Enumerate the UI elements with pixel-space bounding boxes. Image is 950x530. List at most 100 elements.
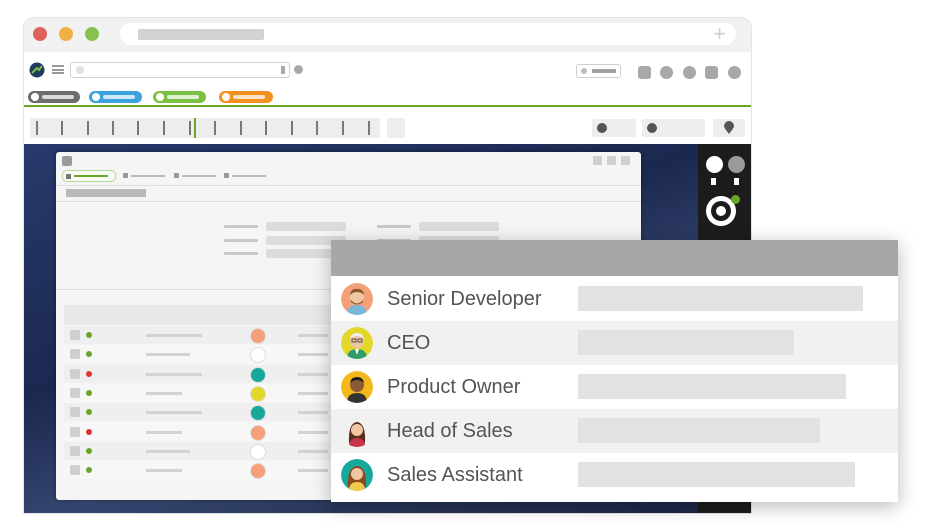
row-checkbox[interactable] [70, 330, 80, 340]
status-dot [86, 409, 92, 416]
row-avatar [250, 385, 266, 402]
close-window-button[interactable] [33, 27, 47, 41]
row-text [298, 391, 328, 395]
row-text [146, 372, 202, 376]
settings-icon[interactable] [705, 66, 718, 79]
row-checkbox[interactable] [70, 465, 80, 476]
inner-tab-2[interactable] [123, 172, 167, 180]
role-value-bar [578, 330, 794, 355]
notifications-icon[interactable] [683, 66, 696, 79]
status-dot [86, 351, 92, 358]
row-text [298, 449, 328, 453]
row-text [298, 353, 328, 357]
row-avatar [250, 366, 266, 383]
developer-avatar-icon [341, 283, 373, 315]
inner-window-icon [62, 156, 72, 166]
row-avatar [250, 347, 266, 364]
row-text [146, 449, 190, 453]
status-dot [86, 332, 92, 338]
form-field[interactable] [266, 222, 346, 231]
filter-pill-blue[interactable] [89, 91, 142, 103]
inner-minimize-button[interactable] [593, 156, 602, 165]
role-value-bar [578, 418, 820, 443]
role-row-ceo[interactable]: CEO [331, 321, 898, 365]
filter-pill-gray[interactable] [28, 91, 80, 103]
panel-toggle-gray[interactable] [728, 156, 745, 173]
ceo-avatar-icon [341, 327, 373, 359]
search-input[interactable] [70, 62, 290, 78]
app-logo-icon[interactable] [29, 62, 45, 78]
role-row-sales-assistant[interactable]: Sales Assistant [331, 453, 898, 497]
role-value-bar [578, 462, 855, 487]
inner-tab-4[interactable] [224, 172, 268, 180]
filter-pill-green[interactable] [153, 91, 206, 103]
form-label [224, 239, 258, 242]
view-toggle-2[interactable] [642, 119, 705, 137]
address-bar[interactable]: + [120, 23, 736, 45]
role-value-bar [578, 374, 846, 399]
row-checkbox[interactable] [70, 426, 80, 437]
role-label: Senior Developer [387, 288, 542, 310]
row-checkbox[interactable] [70, 368, 80, 379]
row-checkbox[interactable] [70, 407, 80, 418]
online-indicator [731, 195, 740, 204]
status-dot [86, 389, 92, 396]
row-checkbox[interactable] [70, 445, 80, 456]
role-row-product-owner[interactable]: Product Owner [331, 365, 898, 409]
row-text [298, 372, 328, 376]
menu-icon[interactable] [52, 65, 64, 74]
row-text [146, 353, 190, 357]
row-text [146, 430, 182, 434]
role-label: Sales Assistant [387, 464, 523, 486]
form-label [224, 225, 258, 228]
row-text [298, 334, 328, 337]
row-text [298, 411, 328, 415]
status-dot [86, 447, 92, 454]
role-value-bar [578, 286, 863, 311]
inner-close-button[interactable] [621, 156, 630, 165]
profile-icon[interactable] [728, 66, 741, 79]
row-avatar [250, 405, 266, 422]
popup-header [331, 240, 898, 276]
user-select[interactable] [576, 64, 621, 78]
form-field[interactable] [419, 222, 499, 231]
row-checkbox[interactable] [70, 387, 80, 398]
export-icon[interactable] [638, 66, 651, 79]
role-row-senior-developer[interactable]: Senior Developer [331, 277, 898, 321]
form-label [224, 252, 258, 255]
roles-popup: Senior Developer CEO Product Owner Head … [331, 240, 898, 502]
timeline-next-button[interactable] [387, 118, 405, 138]
status-dot [86, 370, 92, 377]
row-avatar [250, 424, 266, 441]
address-placeholder [138, 29, 264, 40]
filter-pill-orange[interactable] [219, 91, 273, 103]
role-row-head-of-sales[interactable]: Head of Sales [331, 409, 898, 453]
row-text [146, 469, 182, 473]
inner-tab-3[interactable] [174, 172, 218, 180]
view-toggle-1[interactable] [592, 119, 636, 137]
inner-maximize-button[interactable] [607, 156, 616, 165]
status-dot [86, 428, 92, 435]
row-text [146, 391, 182, 395]
row-text [298, 469, 328, 473]
search-options-icon[interactable] [294, 65, 303, 74]
role-label: Product Owner [387, 376, 521, 398]
timeline-current-marker [194, 118, 196, 138]
row-text [146, 411, 202, 415]
panel-toggle-white[interactable] [706, 156, 723, 173]
minimize-window-button[interactable] [59, 27, 73, 41]
inner-tab-active[interactable] [62, 170, 116, 182]
head-of-sales-avatar-icon [341, 415, 373, 447]
form-label [377, 225, 411, 228]
maximize-window-button[interactable] [85, 27, 99, 41]
row-checkbox[interactable] [70, 349, 80, 360]
status-dot [86, 467, 92, 474]
role-label: CEO [387, 332, 431, 354]
help-icon[interactable] [660, 66, 673, 79]
row-avatar [250, 443, 266, 460]
timeline-scale[interactable] [30, 118, 380, 138]
toolbar-divider [24, 105, 751, 107]
new-tab-icon[interactable]: + [713, 23, 726, 45]
product-owner-avatar-icon [341, 371, 373, 403]
location-button[interactable] [713, 119, 745, 137]
